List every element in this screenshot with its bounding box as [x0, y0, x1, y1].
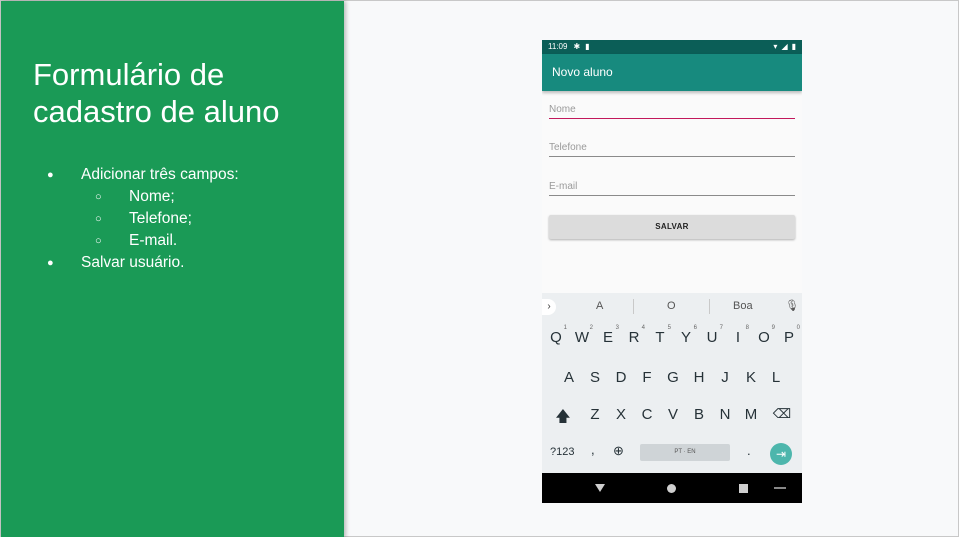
key[interactable]: Q1: [546, 325, 567, 346]
sub-bullet-item: Telefone;: [47, 208, 239, 230]
space-bar[interactable]: PT · EN: [640, 444, 730, 461]
backspace-icon[interactable]: ⌫: [772, 406, 792, 422]
keyboard-row-4: ?123 , ⊕ PT · EN . ⇥: [542, 437, 802, 467]
app-bar-title: Novo aluno: [542, 54, 802, 91]
home-icon[interactable]: [667, 484, 676, 493]
status-bar: 11:09 ✱ ▮ ▾ ◢ ▮: [542, 40, 802, 54]
bullet-list: Adicionar três campos: Nome; Telefone; E…: [47, 164, 239, 274]
battery-icon: ▮: [791, 42, 796, 51]
suggestion-divider: [633, 299, 634, 314]
key[interactable]: H: [689, 369, 709, 386]
suggestion-item[interactable]: A: [596, 300, 603, 312]
signal-icon: ◢: [781, 42, 788, 51]
comma-key[interactable]: ,: [591, 442, 595, 457]
enter-icon[interactable]: ⇥: [770, 443, 792, 465]
period-key[interactable]: .: [747, 443, 751, 458]
phone-field-placeholder: Telefone: [549, 142, 587, 153]
navigation-bar: [542, 473, 802, 503]
keyboard-row-2: A S D F G H J K L: [542, 369, 802, 399]
key[interactable]: Z: [585, 406, 605, 423]
suggestion-item[interactable]: Boa: [733, 300, 753, 312]
suggestion-strip: › A O Boa 🎙: [542, 293, 802, 321]
save-button[interactable]: SALVAR: [549, 215, 795, 239]
keyboard-row-3: 🡅 Z X C V B N M ⌫: [542, 406, 802, 436]
keyboard-switch-icon[interactable]: [774, 487, 786, 489]
bullet-item: Adicionar três campos:: [47, 164, 239, 186]
microphone-icon[interactable]: 🎙: [785, 299, 799, 312]
key[interactable]: Y6: [676, 325, 697, 346]
key[interactable]: N: [715, 406, 735, 423]
slide: Formulário de cadastro de aluno Adiciona…: [0, 0, 959, 537]
keyboard-row-1: Q1 W2 E3 R4 T5 Y6 U7 I8 O9 P0: [542, 325, 802, 359]
key[interactable]: C: [637, 406, 657, 423]
key[interactable]: J: [715, 369, 735, 386]
suggestion-item[interactable]: O: [667, 300, 676, 312]
sub-bullet-item: E-mail.: [47, 230, 239, 252]
status-time: 11:09: [548, 42, 568, 51]
key[interactable]: F: [637, 369, 657, 386]
key[interactable]: O9: [754, 325, 775, 346]
suggestion-divider: [709, 299, 710, 314]
shift-icon[interactable]: 🡅: [553, 406, 573, 431]
globe-icon[interactable]: ⊕: [613, 443, 624, 459]
key[interactable]: K: [741, 369, 761, 386]
name-field-placeholder: Nome: [549, 104, 576, 115]
key[interactable]: L: [766, 369, 786, 386]
phone-screenshot: 11:09 ✱ ▮ ▾ ◢ ▮ Novo aluno Nome Telefone…: [542, 40, 802, 503]
back-icon[interactable]: [595, 484, 605, 492]
key[interactable]: T5: [650, 325, 671, 346]
name-field[interactable]: Nome: [549, 99, 795, 119]
bullet-item: Salvar usuário.: [47, 252, 239, 274]
recent-apps-icon[interactable]: [739, 484, 748, 493]
key[interactable]: P0: [779, 325, 800, 346]
key[interactable]: A: [559, 369, 579, 386]
key[interactable]: G: [663, 369, 683, 386]
symbols-key[interactable]: ?123: [550, 446, 574, 458]
key[interactable]: I8: [728, 325, 749, 346]
sd-card-icon: ▮: [585, 42, 590, 51]
key[interactable]: U7: [702, 325, 723, 346]
title-panel: Formulário de cadastro de aluno Adiciona…: [1, 1, 344, 537]
wifi-icon: ▾: [773, 42, 778, 51]
key[interactable]: D: [611, 369, 631, 386]
sub-bullet-item: Nome;: [47, 186, 239, 208]
slide-title: Formulário de cadastro de aluno: [33, 57, 280, 129]
phone-field[interactable]: Telefone: [549, 137, 795, 157]
key[interactable]: E3: [598, 325, 619, 346]
settings-icon: ✱: [573, 42, 581, 51]
email-field-placeholder: E-mail: [549, 181, 578, 192]
key[interactable]: V: [663, 406, 683, 423]
key[interactable]: B: [689, 406, 709, 423]
key[interactable]: M: [741, 406, 761, 423]
key[interactable]: W2: [572, 325, 593, 346]
key[interactable]: X: [611, 406, 631, 423]
key[interactable]: R4: [624, 325, 645, 346]
key[interactable]: S: [585, 369, 605, 386]
chevron-right-icon[interactable]: ›: [542, 299, 556, 315]
email-field[interactable]: E-mail: [549, 176, 795, 196]
soft-keyboard: › A O Boa 🎙 Q1 W2 E3 R4 T5 Y6 U7 I8 O9 P…: [542, 293, 802, 473]
